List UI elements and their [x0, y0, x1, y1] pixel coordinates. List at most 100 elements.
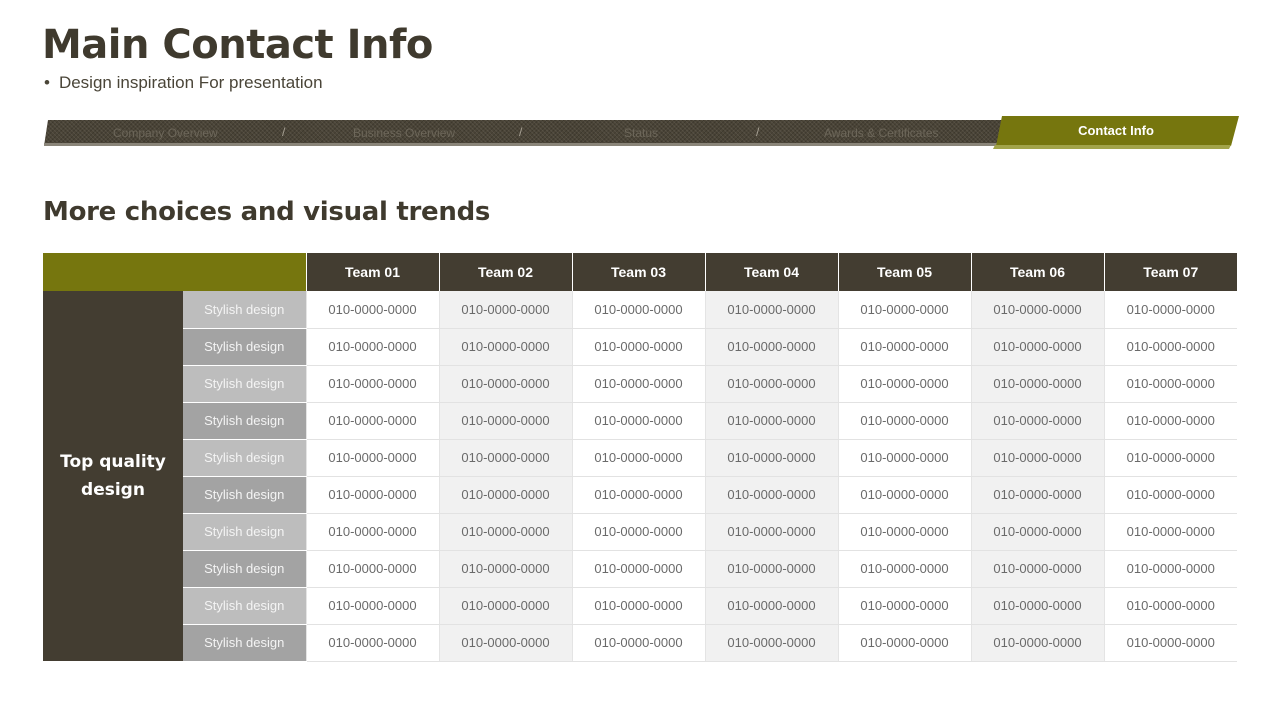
phone-cell: 010-0000-0000 [305, 476, 439, 514]
table-row: Top quality design Stylish design 010-0000… [43, 291, 1237, 661]
table-body: Top quality design Stylish design 010-0000… [43, 291, 1237, 662]
phone-cell: 010-0000-0000 [970, 550, 1104, 588]
phone-cell: 010-0000-0000 [837, 328, 971, 366]
phone-cell: 010-0000-0000 [970, 402, 1104, 440]
phone-cell: 010-0000-0000 [438, 291, 572, 329]
row-label: Stylish design [183, 439, 306, 477]
nav-separator: / [519, 125, 523, 139]
phone-cell: 010-0000-0000 [970, 476, 1104, 514]
phone-cell: 010-0000-0000 [571, 476, 705, 514]
phone-cell: 010-0000-0000 [305, 439, 439, 477]
phone-cell: 010-0000-0000 [305, 587, 439, 625]
phone-cell: 010-0000-0000 [571, 587, 705, 625]
nav-item-contact-info-label[interactable]: Contact Info [996, 123, 1236, 138]
column-header: Team 04 [704, 253, 838, 291]
phone-cell: 010-0000-0000 [438, 439, 572, 477]
table-corner-cell [43, 253, 306, 291]
phone-cell: 010-0000-0000 [571, 624, 705, 662]
page-title: Main Contact Info [42, 22, 433, 68]
table-row: Stylish design 010-0000-0000 010-0000-0000… [43, 365, 1237, 403]
column-header: Team 02 [438, 253, 572, 291]
phone-cell: 010-0000-0000 [571, 402, 705, 440]
phone-cell: 010-0000-0000 [837, 624, 971, 662]
page-subtitle: • Design inspiration For presentation [44, 73, 323, 93]
table-row: Stylish design 010-0000-0000 010-0000-0000… [43, 328, 1237, 366]
phone-cell: 010-0000-0000 [438, 328, 572, 366]
phone-cell: 010-0000-0000 [1103, 624, 1237, 662]
row-label: Stylish design [183, 402, 306, 440]
row-label: Stylish design [183, 624, 306, 662]
phone-cell: 010-0000-0000 [305, 328, 439, 366]
phone-cell: 010-0000-0000 [970, 439, 1104, 477]
table-row: Stylish design 010-0000-0000 010-0000-0000… [43, 513, 1237, 551]
phone-cell: 010-0000-0000 [704, 550, 838, 588]
phone-cell: 010-0000-0000 [837, 291, 971, 329]
row-label: Stylish design [183, 365, 306, 403]
nav-item-company-overview[interactable]: Company Overview [113, 126, 218, 140]
phone-cell: 010-0000-0000 [438, 624, 572, 662]
row-label: Stylish design [183, 587, 306, 625]
phone-cell: 010-0000-0000 [704, 587, 838, 625]
column-header: Team 01 [305, 253, 439, 291]
row-label: Stylish design [183, 328, 306, 366]
nav-bar-shadow [44, 143, 999, 146]
phone-cell: 010-0000-0000 [970, 513, 1104, 551]
phone-cell: 010-0000-0000 [704, 513, 838, 551]
column-header: Team 06 [970, 253, 1104, 291]
nav-active-shadow [993, 145, 1231, 149]
phone-cell: 010-0000-0000 [970, 291, 1104, 329]
row-label: Stylish design [183, 513, 306, 551]
phone-cell: 010-0000-0000 [438, 513, 572, 551]
phone-cell: 010-0000-0000 [438, 402, 572, 440]
column-header: Team 03 [571, 253, 705, 291]
table-row: Stylish design 010-0000-0000 010-0000-0000… [43, 439, 1237, 477]
nav-separator: / [282, 125, 286, 139]
phone-cell: 010-0000-0000 [1103, 476, 1237, 514]
subtitle-text: Design inspiration For presentation [58, 73, 323, 92]
phone-cell: 010-0000-0000 [305, 550, 439, 588]
phone-cell: 010-0000-0000 [704, 328, 838, 366]
phone-cell: 010-0000-0000 [704, 439, 838, 477]
table-row: Stylish design 010-0000-0000 010-0000-0000… [43, 587, 1237, 625]
row-group-label: Top quality design [43, 291, 183, 661]
phone-cell: 010-0000-0000 [837, 439, 971, 477]
phone-cell: 010-0000-0000 [970, 587, 1104, 625]
section-title: More choices and visual trends [43, 197, 491, 227]
table-row: Stylish design 010-0000-0000 010-0000-0000… [43, 402, 1237, 440]
subtitle-bullet: • [44, 73, 50, 92]
phone-cell: 010-0000-0000 [704, 402, 838, 440]
phone-cell: 010-0000-0000 [571, 513, 705, 551]
column-header: Team 07 [1103, 253, 1237, 291]
nav-item-awards-certificates[interactable]: Awards & Certificates [824, 126, 939, 140]
phone-cell: 010-0000-0000 [1103, 402, 1237, 440]
phone-cell: 010-0000-0000 [1103, 587, 1237, 625]
row-label: Stylish design [183, 291, 306, 329]
phone-cell: 010-0000-0000 [1103, 328, 1237, 366]
phone-cell: 010-0000-0000 [438, 587, 572, 625]
phone-cell: 010-0000-0000 [305, 365, 439, 403]
phone-cell: 010-0000-0000 [1103, 291, 1237, 329]
nav-item-status[interactable]: Status [624, 126, 658, 140]
phone-cell: 010-0000-0000 [704, 365, 838, 403]
phone-cell: 010-0000-0000 [837, 402, 971, 440]
phone-cell: 010-0000-0000 [837, 365, 971, 403]
table-row: Stylish design 010-0000-0000 010-0000-0000… [43, 476, 1237, 514]
phone-cell: 010-0000-0000 [970, 365, 1104, 403]
phone-cell: 010-0000-0000 [438, 365, 572, 403]
phone-cell: 010-0000-0000 [1103, 439, 1237, 477]
phone-cell: 010-0000-0000 [305, 513, 439, 551]
phone-cell: 010-0000-0000 [571, 365, 705, 403]
phone-cell: 010-0000-0000 [571, 291, 705, 329]
row-label: Stylish design [183, 550, 306, 588]
table-header-row: Team 01 Team 02 Team 03 Team 04 Team 05 … [43, 253, 1237, 291]
phone-cell: 010-0000-0000 [837, 513, 971, 551]
phone-cell: 010-0000-0000 [571, 328, 705, 366]
phone-cell: 010-0000-0000 [571, 439, 705, 477]
phone-cell: 010-0000-0000 [1103, 513, 1237, 551]
phone-cell: 010-0000-0000 [970, 624, 1104, 662]
nav-item-business-overview[interactable]: Business Overview [353, 126, 455, 140]
phone-cell: 010-0000-0000 [438, 550, 572, 588]
phone-cell: 010-0000-0000 [571, 550, 705, 588]
column-header: Team 05 [837, 253, 971, 291]
phone-cell: 010-0000-0000 [837, 476, 971, 514]
